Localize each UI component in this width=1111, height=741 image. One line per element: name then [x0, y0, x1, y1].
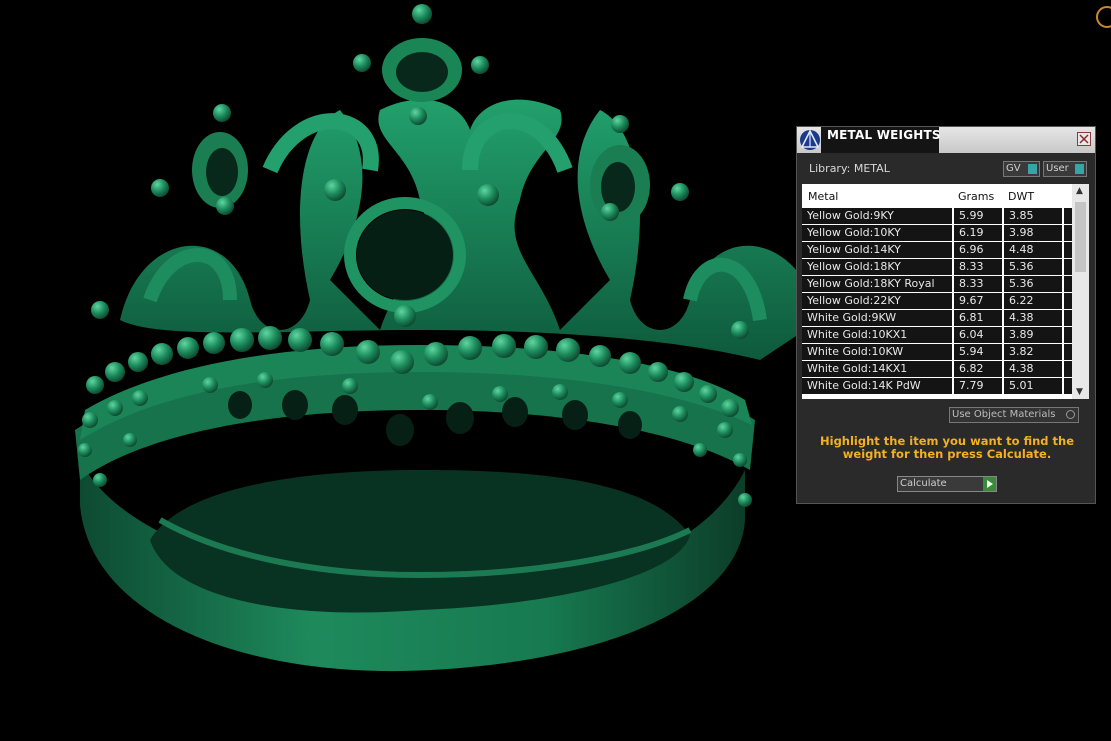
scroll-down-icon[interactable]: ▼: [1076, 387, 1083, 397]
extra-cell: [1064, 242, 1072, 258]
extra-cell: [1064, 310, 1072, 326]
table-row[interactable]: Yellow Gold:9KY 5.99 3.85: [802, 208, 1072, 225]
user-toggle-knob: [1075, 164, 1084, 174]
extra-cell: [1064, 361, 1072, 377]
metal-table[interactable]: Metal Grams DWT Yellow Gold:9KY 5.99 3.85 Y…: [802, 184, 1089, 399]
dwt-cell: 4.48: [1004, 242, 1062, 258]
use-object-materials-option[interactable]: Use Object Materials: [949, 407, 1079, 423]
gv-toggle[interactable]: GV: [1003, 161, 1040, 177]
metal-cell: Yellow Gold:22KY: [802, 293, 952, 309]
table-header: Metal Grams DWT: [802, 184, 1072, 208]
corner-logo-icon: [1096, 6, 1111, 28]
column-header-metal[interactable]: Metal: [808, 190, 838, 203]
panel-titlebar[interactable]: METAL WEIGHTS: [797, 127, 1095, 153]
extra-cell: [1064, 344, 1072, 360]
panel-title: METAL WEIGHTS: [827, 128, 941, 142]
table-row[interactable]: Yellow Gold:22KY 9.67 6.22: [802, 293, 1072, 310]
instruction-text: Highlight the item you want to find the …: [820, 434, 1074, 461]
scroll-thumb[interactable]: [1075, 202, 1086, 272]
dwt-cell: 5.01: [1004, 378, 1062, 394]
dwt-cell: 3.85: [1004, 208, 1062, 224]
dwt-cell: 4.38: [1004, 310, 1062, 326]
table-rows: Yellow Gold:9KY 5.99 3.85 Yellow Gold:10KY 6…: [802, 208, 1072, 395]
extra-cell: [1064, 293, 1072, 309]
extra-cell: [1064, 276, 1072, 292]
metal-cell: White Gold:9KW: [802, 310, 952, 326]
table-row[interactable]: White Gold:14K PdW 7.79 5.01: [802, 378, 1072, 395]
metal-weights-panel: METAL WEIGHTS Library: METAL GV User Met…: [796, 126, 1096, 504]
dwt-cell: 3.98: [1004, 225, 1062, 241]
grams-cell: 6.81: [954, 310, 1002, 326]
table-row[interactable]: White Gold:14KX1 6.82 4.38: [802, 361, 1072, 378]
metal-cell: White Gold:14K PdW: [802, 378, 952, 394]
grams-cell: 6.04: [954, 327, 1002, 343]
table-row[interactable]: Yellow Gold:18KY Royal 8.33 5.36: [802, 276, 1072, 293]
metal-cell: Yellow Gold:18KY: [802, 259, 952, 275]
dwt-cell: 3.89: [1004, 327, 1062, 343]
grams-cell: 6.82: [954, 361, 1002, 377]
play-icon: [983, 477, 996, 491]
extra-cell: [1064, 208, 1072, 224]
grams-cell: 5.99: [954, 208, 1002, 224]
gv-toggle-label: GV: [1006, 163, 1021, 174]
table-row[interactable]: Yellow Gold:18KY 8.33 5.36: [802, 259, 1072, 276]
extra-cell: [1064, 259, 1072, 275]
dwt-cell: 5.36: [1004, 276, 1062, 292]
user-toggle-label: User: [1046, 163, 1069, 174]
metal-cell: Yellow Gold:10KY: [802, 225, 952, 241]
gv-toggle-knob: [1028, 164, 1037, 174]
extra-cell: [1064, 327, 1072, 343]
metal-cell: White Gold:10KX1: [802, 327, 952, 343]
grams-cell: 5.94: [954, 344, 1002, 360]
metal-cell: Yellow Gold:14KY: [802, 242, 952, 258]
metal-cell: White Gold:10KW: [802, 344, 952, 360]
grams-cell: 7.79: [954, 378, 1002, 394]
use-object-materials-label: Use Object Materials: [952, 409, 1056, 420]
extra-cell: [1064, 225, 1072, 241]
close-icon: [1079, 134, 1089, 144]
table-scrollbar[interactable]: ▲ ▼: [1072, 184, 1089, 399]
user-toggle[interactable]: User: [1043, 161, 1087, 177]
dwt-cell: 3.82: [1004, 344, 1062, 360]
dwt-cell: 5.36: [1004, 259, 1062, 275]
app-logo-icon: [800, 129, 820, 150]
table-row[interactable]: Yellow Gold:10KY 6.19 3.98: [802, 225, 1072, 242]
grams-cell: 9.67: [954, 293, 1002, 309]
dwt-cell: 4.38: [1004, 361, 1062, 377]
library-label: Library: METAL: [809, 162, 890, 175]
scroll-up-icon[interactable]: ▲: [1076, 186, 1083, 196]
calculate-label: Calculate: [900, 478, 947, 489]
close-button[interactable]: [1077, 132, 1091, 146]
metal-cell: White Gold:14KX1: [802, 361, 952, 377]
grams-cell: 8.33: [954, 276, 1002, 292]
calculate-button[interactable]: Calculate: [897, 476, 997, 492]
grams-cell: 8.33: [954, 259, 1002, 275]
column-header-dwt[interactable]: DWT: [1008, 190, 1034, 203]
extra-cell: [1064, 378, 1072, 394]
dwt-cell: 6.22: [1004, 293, 1062, 309]
metal-cell: Yellow Gold:18KY Royal: [802, 276, 952, 292]
grams-cell: 6.19: [954, 225, 1002, 241]
table-row[interactable]: Yellow Gold:14KY 6.96 4.48: [802, 242, 1072, 259]
column-header-grams[interactable]: Grams: [958, 190, 994, 203]
table-row[interactable]: White Gold:9KW 6.81 4.38: [802, 310, 1072, 327]
metal-cell: Yellow Gold:9KY: [802, 208, 952, 224]
table-row[interactable]: White Gold:10KX1 6.04 3.89: [802, 327, 1072, 344]
grams-cell: 6.96: [954, 242, 1002, 258]
table-row[interactable]: White Gold:10KW 5.94 3.82: [802, 344, 1072, 361]
radio-icon[interactable]: [1066, 410, 1075, 419]
